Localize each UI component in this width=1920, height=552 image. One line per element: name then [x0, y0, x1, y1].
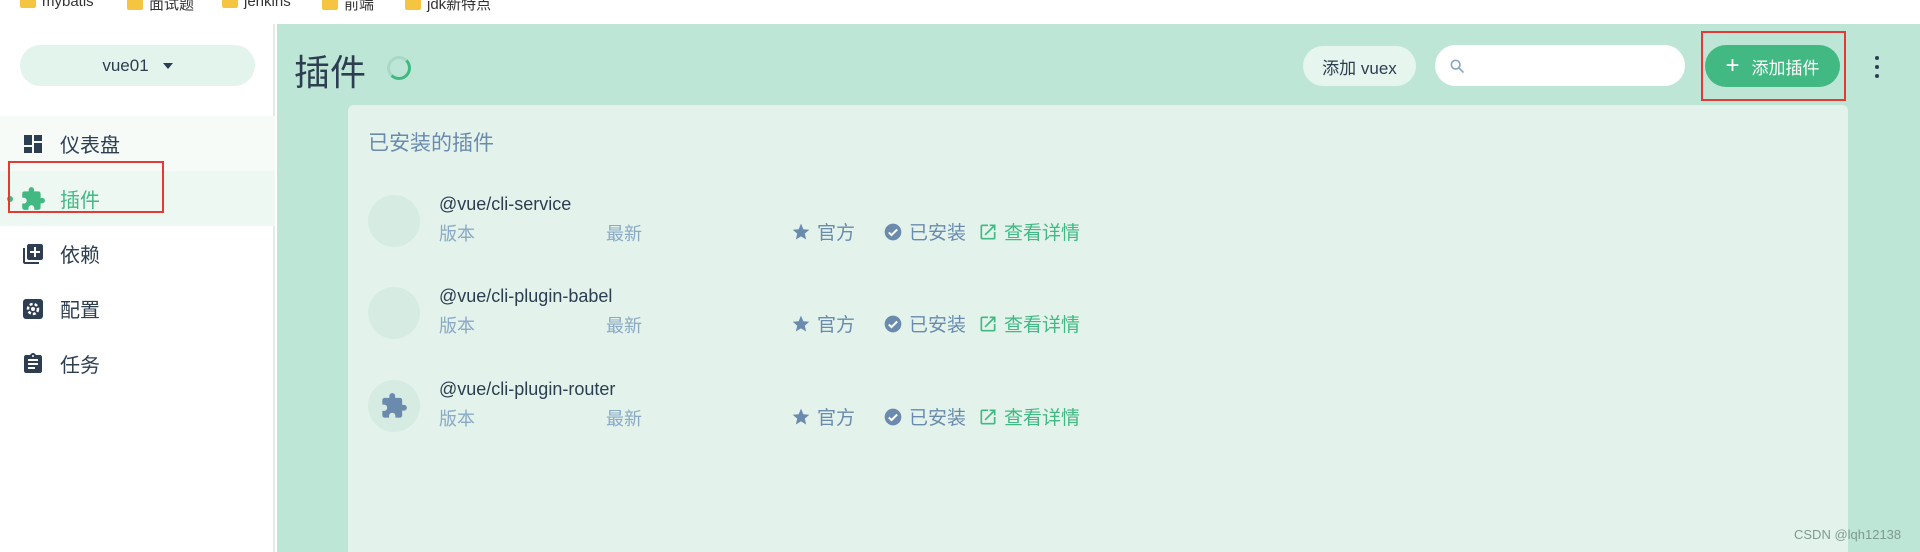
- sidebar-item-label: 任务: [60, 355, 100, 377]
- plugin-item[interactable]: @vue/cli-service 版本 最新 官方 已安装 查看详情: [348, 194, 1848, 275]
- folder-icon: [322, 0, 338, 10]
- star-icon: [792, 408, 810, 424]
- plugin-version-label: 版本: [439, 409, 475, 429]
- installed-badge: 已安装: [883, 218, 966, 245]
- star-icon: [792, 315, 810, 331]
- plugin-name: @vue/cli-plugin-router: [439, 379, 616, 399]
- check-circle-icon: [884, 315, 902, 332]
- official-badge: 官方: [791, 310, 855, 337]
- installed-badge: 已安装: [883, 310, 966, 337]
- sidebar-item-dashboard[interactable]: 仪表盘: [0, 116, 275, 171]
- active-indicator: [7, 196, 13, 202]
- sidebar-item-label: 仪表盘: [60, 135, 120, 157]
- bookmark-frontend[interactable]: 前端: [322, 0, 374, 14]
- caret-down-icon: [162, 62, 173, 69]
- official-badge: 官方: [791, 218, 855, 245]
- sidebar-item-config[interactable]: 配置: [0, 281, 275, 336]
- official-badge: 官方: [791, 403, 855, 430]
- plugin-item[interactable]: @vue/cli-plugin-router 版本 最新 官方 已安装 查看详情: [348, 379, 1848, 460]
- page-title: 插件: [294, 52, 367, 93]
- bookmarks-bar: mybatis 面试题 jenkins 前端 jdk新特点: [0, 0, 1920, 24]
- dashboard-icon: [20, 131, 46, 157]
- search-box[interactable]: [1435, 45, 1685, 86]
- bookmark-interview[interactable]: 面试题: [127, 0, 194, 14]
- plugin-version-label: 版本: [439, 316, 475, 336]
- bookmark-mybatis[interactable]: mybatis: [20, 0, 94, 10]
- folder-icon: [127, 0, 143, 10]
- plugin-item[interactable]: @vue/cli-plugin-babel 版本 最新 官方 已安装 查看详情: [348, 286, 1848, 367]
- puzzle-icon: [20, 186, 46, 212]
- clipboard-icon: [20, 351, 46, 377]
- panel-title: 已安装的插件: [368, 132, 494, 155]
- folder-icon: [405, 0, 421, 10]
- plugin-latest-label: 最新: [606, 316, 642, 336]
- details-link[interactable]: 查看详情: [978, 310, 1080, 337]
- plugin-latest-label: 最新: [606, 224, 642, 244]
- star-icon: [792, 223, 810, 239]
- sidebar-item-tasks[interactable]: 任务: [0, 336, 275, 391]
- search-icon: [1450, 59, 1464, 73]
- plugin-avatar: [368, 195, 420, 247]
- sidebar-item-label: 依赖: [60, 245, 100, 267]
- details-link[interactable]: 查看详情: [978, 218, 1080, 245]
- add-plugin-label: 添加插件: [1751, 58, 1820, 78]
- open-in-new-icon: [980, 224, 996, 239]
- search-input[interactable]: [1475, 56, 1665, 75]
- sidebar-item-plugins[interactable]: 插件: [0, 171, 275, 226]
- puzzle-icon: [382, 393, 407, 418]
- add-vuex-button[interactable]: 添加 vuex: [1303, 46, 1416, 86]
- plugin-name: @vue/cli-service: [439, 194, 572, 214]
- loading-spinner-icon: [387, 56, 411, 80]
- bookmark-jenkins[interactable]: jenkins: [222, 0, 291, 10]
- open-in-new-icon: [980, 316, 996, 331]
- sidebar-item-label: 插件: [60, 190, 100, 212]
- watermark: CSDN @lqh12138: [1794, 527, 1902, 542]
- more-menu-icon[interactable]: [1872, 56, 1882, 78]
- installed-badge: 已安装: [883, 403, 966, 430]
- plugin-name: @vue/cli-plugin-babel: [439, 286, 613, 306]
- main-content: 插件 添加 vuex + 添加插件 已安装的插件 @vue/cli-servic…: [277, 24, 1920, 552]
- plugin-latest-label: 最新: [606, 409, 642, 429]
- add-plugin-button[interactable]: + 添加插件: [1705, 45, 1840, 87]
- plugin-avatar: [368, 380, 420, 432]
- plugin-avatar: [368, 287, 420, 339]
- check-circle-icon: [884, 408, 902, 425]
- plugin-version-label: 版本: [439, 224, 475, 244]
- bookmark-jdk[interactable]: jdk新特点: [405, 0, 491, 14]
- project-name: vue01: [102, 55, 149, 75]
- settings-icon: [20, 296, 46, 322]
- folder-icon: [20, 0, 36, 8]
- sidebar-nav: 仪表盘 插件 依赖 配置 任务: [0, 116, 275, 391]
- sidebar-item-dependencies[interactable]: 依赖: [0, 226, 275, 281]
- plus-icon: +: [1725, 52, 1740, 79]
- library-books-icon: [20, 241, 46, 267]
- project-select[interactable]: vue01: [20, 45, 255, 86]
- check-circle-icon: [884, 223, 902, 240]
- sidebar: vue01 仪表盘 插件 依赖 配置 任务: [0, 24, 275, 552]
- folder-icon: [222, 0, 238, 8]
- details-link[interactable]: 查看详情: [978, 403, 1080, 430]
- installed-plugins-panel: 已安装的插件 @vue/cli-service 版本 最新 官方 已安装 查看详…: [348, 105, 1848, 552]
- sidebar-item-label: 配置: [60, 300, 100, 322]
- open-in-new-icon: [980, 409, 996, 424]
